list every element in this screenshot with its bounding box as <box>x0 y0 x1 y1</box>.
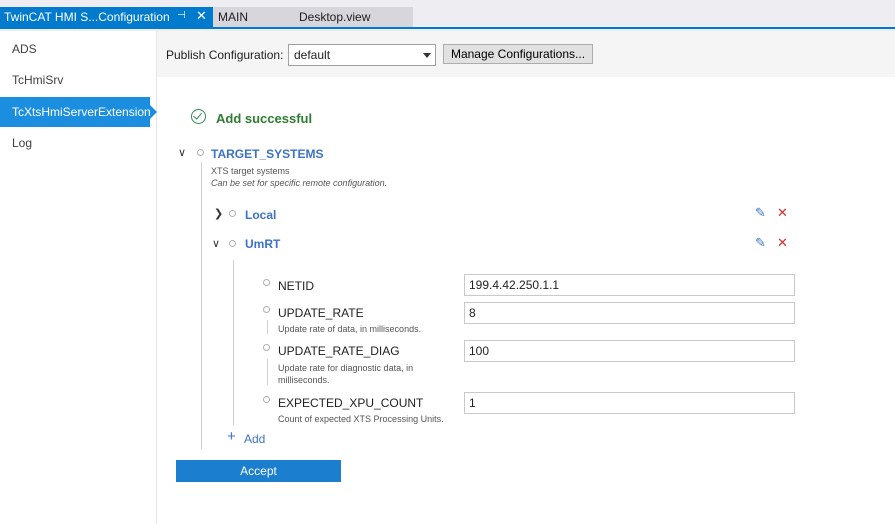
property-dot-icon <box>263 344 270 351</box>
property-update-rate-diag-name: UPDATE_RATE_DIAG <box>278 344 400 358</box>
update-rate-input[interactable]: 8 <box>464 302 795 324</box>
sidebar-item-tchmisrv[interactable]: TcHmiSrv <box>0 65 150 95</box>
edit-local-icon[interactable]: ✎ <box>755 205 766 221</box>
publish-configuration-value: default <box>294 48 331 62</box>
tab-desktop-view-title[interactable]: Desktop.view <box>299 10 370 24</box>
property-update-rate-desc: Update rate of data, in milliseconds. <box>278 324 422 334</box>
expected-xpu-count-input[interactable]: 1 <box>464 392 795 414</box>
tab-title: TwinCAT HMI S...Configuration <box>4 10 170 24</box>
node-dot-icon <box>197 149 204 156</box>
property-update-rate-name: UPDATE_RATE <box>278 306 364 320</box>
update-rate-diag-input[interactable]: 100 <box>464 340 795 362</box>
tree-guide-line <box>201 162 202 449</box>
sidebar-item-tcxtshmiserverextension[interactable]: TcXtsHmiServerExtension <box>0 97 157 127</box>
property-update-rate-diag-desc: Update rate for diagnostic data, in mill… <box>278 363 414 385</box>
edit-umrt-icon[interactable]: ✎ <box>755 235 766 251</box>
node-dot-icon <box>229 240 236 247</box>
sidebar-item-ads[interactable]: ADS <box>0 34 150 64</box>
property-dot-icon <box>263 306 270 313</box>
check-circle-icon <box>191 109 206 124</box>
target-systems-desc-italic: Can be set for specific remote configura… <box>211 178 388 188</box>
umrt-node-title[interactable]: UmRT <box>245 237 280 251</box>
netid-input[interactable]: 199.4.42.250.1.1 <box>464 274 795 296</box>
target-systems-desc: XTS target systems <box>211 166 290 176</box>
publish-toolbar: Publish Configuration: default Manage Co… <box>157 31 895 77</box>
property-guide-line <box>267 320 268 334</box>
close-icon[interactable]: ✕ <box>196 8 207 24</box>
local-node-title[interactable]: Local <box>245 208 276 222</box>
tab-hmi-configuration[interactable]: TwinCAT HMI S...Configuration ⊣ ✕ <box>0 7 213 27</box>
property-expected-xpu-count-name: EXPECTED_XPU_COUNT <box>278 396 424 410</box>
sidebar-item-log[interactable]: Log <box>0 128 150 158</box>
document-tab-strip: TwinCAT HMI S...Configuration ⊣ ✕ MAIN D… <box>0 0 895 29</box>
pin-icon[interactable]: ⊣ <box>177 10 186 21</box>
property-dot-icon <box>263 396 270 403</box>
tab-main-title: MAIN <box>218 10 248 24</box>
publish-configuration-label: Publish Configuration: <box>166 48 284 62</box>
target-systems-title[interactable]: TARGET_SYSTEMS <box>211 147 323 161</box>
property-netid-name: NETID <box>278 279 314 293</box>
publish-configuration-select[interactable]: default <box>288 44 436 66</box>
accept-button[interactable]: Accept <box>176 460 341 482</box>
property-dot-icon <box>263 279 270 286</box>
tree-guide-line <box>233 260 234 425</box>
manage-configurations-button[interactable]: Manage Configurations... <box>443 44 593 64</box>
chevron-right-icon[interactable]: ❯ <box>214 207 223 220</box>
delete-local-icon[interactable]: ✕ <box>777 205 788 221</box>
dropdown-arrow-icon <box>423 53 431 58</box>
delete-umrt-icon[interactable]: ✕ <box>777 235 788 251</box>
add-property-link[interactable]: Add <box>244 432 265 446</box>
extension-config-panel: Add successful ∨ TARGET_SYSTEMS XTS targ… <box>157 77 895 524</box>
chevron-down-icon[interactable]: ∨ <box>178 146 186 159</box>
chevron-down-icon[interactable]: ∨ <box>212 237 220 250</box>
tab-main[interactable]: MAIN Desktop.view <box>213 7 413 27</box>
status-message: Add successful <box>216 111 313 126</box>
node-dot-icon <box>229 210 236 217</box>
property-guide-line <box>267 359 268 385</box>
config-sidebar: ADS TcHmiSrv TcXtsHmiServerExtension Log <box>0 31 157 524</box>
property-expected-xpu-count-desc: Count of expected XTS Processing Units. <box>278 414 444 424</box>
plus-icon[interactable]: + <box>227 429 236 444</box>
